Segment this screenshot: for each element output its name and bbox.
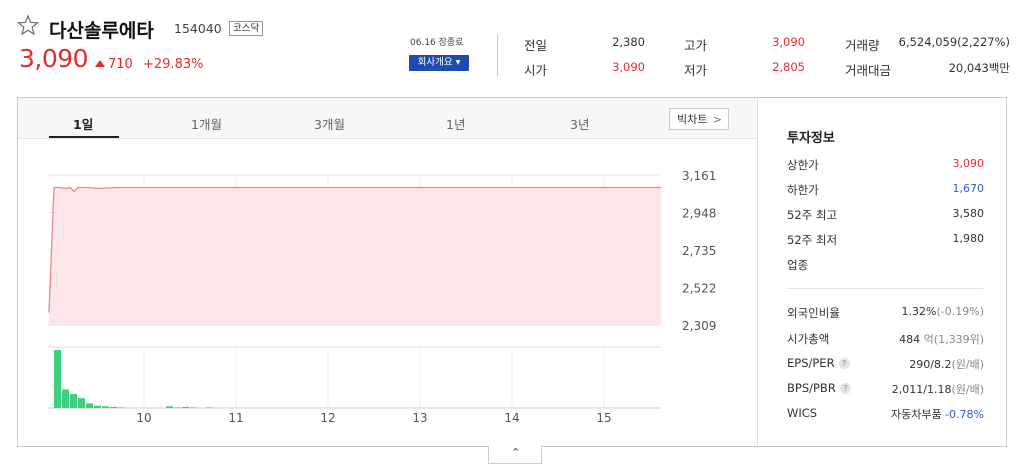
upper-limit-label: 상한가 (787, 158, 819, 172)
eps-per-unit: (원/배) (951, 358, 984, 371)
volume-bar (190, 407, 197, 408)
big-chart-label: 빅차트 (677, 113, 708, 126)
wics-value: 자동차부품 -0.78% (891, 406, 984, 422)
quote-value-volume: 6,524,059(2,227%) (898, 35, 1010, 49)
bps-pbr-unit: (원/배) (951, 383, 984, 396)
volume-bar (110, 406, 117, 408)
stock-code: 154040 (174, 21, 222, 36)
x-tick-label: 11 (228, 411, 243, 425)
volume-bar (118, 407, 125, 408)
wics-change: -0.78% (945, 408, 984, 421)
quote-label-open: 시가 (524, 63, 548, 78)
quote-value-prev-close: 2,380 (612, 35, 645, 49)
panel-divider (757, 98, 758, 446)
volume-bar (70, 394, 77, 408)
eps-per-main: 290/8.2 (909, 358, 952, 371)
foreign-ratio-main: 1.32% (901, 305, 937, 318)
foreign-ratio-value: 1.32%(-0.19%) (902, 305, 984, 318)
upper-limit-value: 3,090 (952, 157, 985, 170)
stock-name: 다산솔루에타 (49, 20, 154, 42)
price-area (49, 187, 661, 325)
industry-label: 업종 (787, 258, 809, 272)
52week-low-label: 52주 최저 (787, 233, 838, 247)
eps-per-value: 290/8.2(원/배) (909, 356, 984, 372)
wics-label: WICS (787, 406, 818, 420)
quote-value-open: 3,090 (612, 60, 645, 74)
big-chart-button[interactable]: 빅차트 > (669, 108, 729, 130)
market-badge: 코스닥 (229, 21, 264, 36)
tab-3-month[interactable]: 3개월 (314, 114, 345, 133)
help-icon[interactable]: ? (838, 358, 850, 369)
volume-bar (102, 406, 109, 408)
tab-1-month[interactable]: 1개월 (191, 114, 222, 133)
price-change: 710 (95, 57, 133, 72)
volume-bar (86, 403, 93, 408)
y-tick-label: 2,948 (682, 207, 716, 221)
price-change-percent: +29.83% (143, 57, 204, 72)
help-icon[interactable]: ? (839, 383, 851, 394)
volume-bar (54, 350, 61, 408)
volume-bar (62, 389, 69, 408)
volume-bar (206, 407, 213, 408)
bps-pbr-main: 2,011/1.18 (891, 383, 952, 396)
x-tick-label: 13 (412, 411, 427, 425)
quote-label-high: 고가 (684, 38, 708, 53)
volume-bar (94, 405, 101, 408)
y-tick-label: 3,161 (682, 169, 716, 183)
quote-label-prev-close: 전일 (524, 38, 548, 53)
market-cap-label: 시가총액 (787, 332, 830, 346)
volume-bar (174, 407, 181, 408)
foreign-ratio-label: 외국인비율 (787, 306, 840, 320)
eps-per-label: EPS/PER? (787, 356, 850, 370)
foreign-ratio-change: (-0.19%) (936, 305, 985, 318)
x-tick-label: 10 (136, 411, 151, 425)
quote-value-low: 2,805 (772, 60, 805, 74)
current-price: 3,090 (19, 44, 89, 73)
info-divider (787, 288, 983, 289)
market-cap-value: 484 억(1,339위) (899, 331, 984, 347)
tab-3-year[interactable]: 3년 (570, 114, 589, 133)
lower-limit-value: 1,670 (952, 182, 985, 195)
quote-label-volume: 거래량 (845, 38, 880, 53)
52week-high-value: 3,580 (952, 207, 985, 220)
company-info-button[interactable]: 회사개요 ▾ (409, 55, 469, 71)
wics-sector[interactable]: 자동차부품 (891, 408, 942, 421)
quote-value-trade-amount: 20,043백만 (948, 61, 1010, 75)
chevron-right-icon: > (712, 113, 722, 126)
quote-label-low: 저가 (684, 63, 708, 78)
bps-pbr-text: BPS/PBR (787, 381, 836, 395)
up-arrow-icon (95, 60, 105, 67)
period-tab-bar (18, 98, 756, 139)
x-tick-label: 15 (596, 411, 611, 425)
header-divider (497, 34, 498, 76)
active-tab-indicator (49, 136, 119, 138)
x-tick-label: 14 (504, 411, 519, 425)
y-tick-label: 2,522 (682, 282, 716, 296)
bps-pbr-value: 2,011/1.18(원/배) (892, 381, 984, 397)
volume-bar (182, 406, 189, 408)
market-cap-rank: 억(1,339위) (923, 333, 984, 346)
y-tick-label: 2,309 (682, 319, 716, 333)
x-tick-label: 12 (320, 411, 335, 425)
favorite-star-icon[interactable] (17, 14, 39, 36)
y-tick-label: 2,735 (682, 244, 716, 258)
market-cap-main: 484 (899, 333, 921, 346)
lower-limit-label: 하한가 (787, 183, 819, 197)
quote-value-high: 3,090 (772, 35, 805, 49)
volume-bar (166, 406, 173, 408)
investment-info-title: 투자정보 (787, 131, 835, 146)
tab-1-year[interactable]: 1년 (446, 114, 465, 133)
bps-pbr-label: BPS/PBR? (787, 381, 851, 395)
52week-low-value: 1,980 (952, 232, 985, 245)
price-change-value: 710 (108, 57, 133, 72)
chevron-up-icon: ⌃ (511, 446, 521, 459)
market-status: 06.16 장종료 (410, 38, 464, 48)
eps-per-text: EPS/PER (787, 356, 835, 370)
collapse-button[interactable]: ⌃ (488, 446, 542, 464)
price-chart[interactable]: 3,161 2,948 2,735 2,522 2,309 10 11 12 13 14 15 (18, 140, 756, 446)
52week-high-label: 52주 최고 (787, 208, 838, 222)
volume-bar (78, 398, 85, 408)
tab-1-day[interactable]: 1일 (73, 114, 93, 133)
